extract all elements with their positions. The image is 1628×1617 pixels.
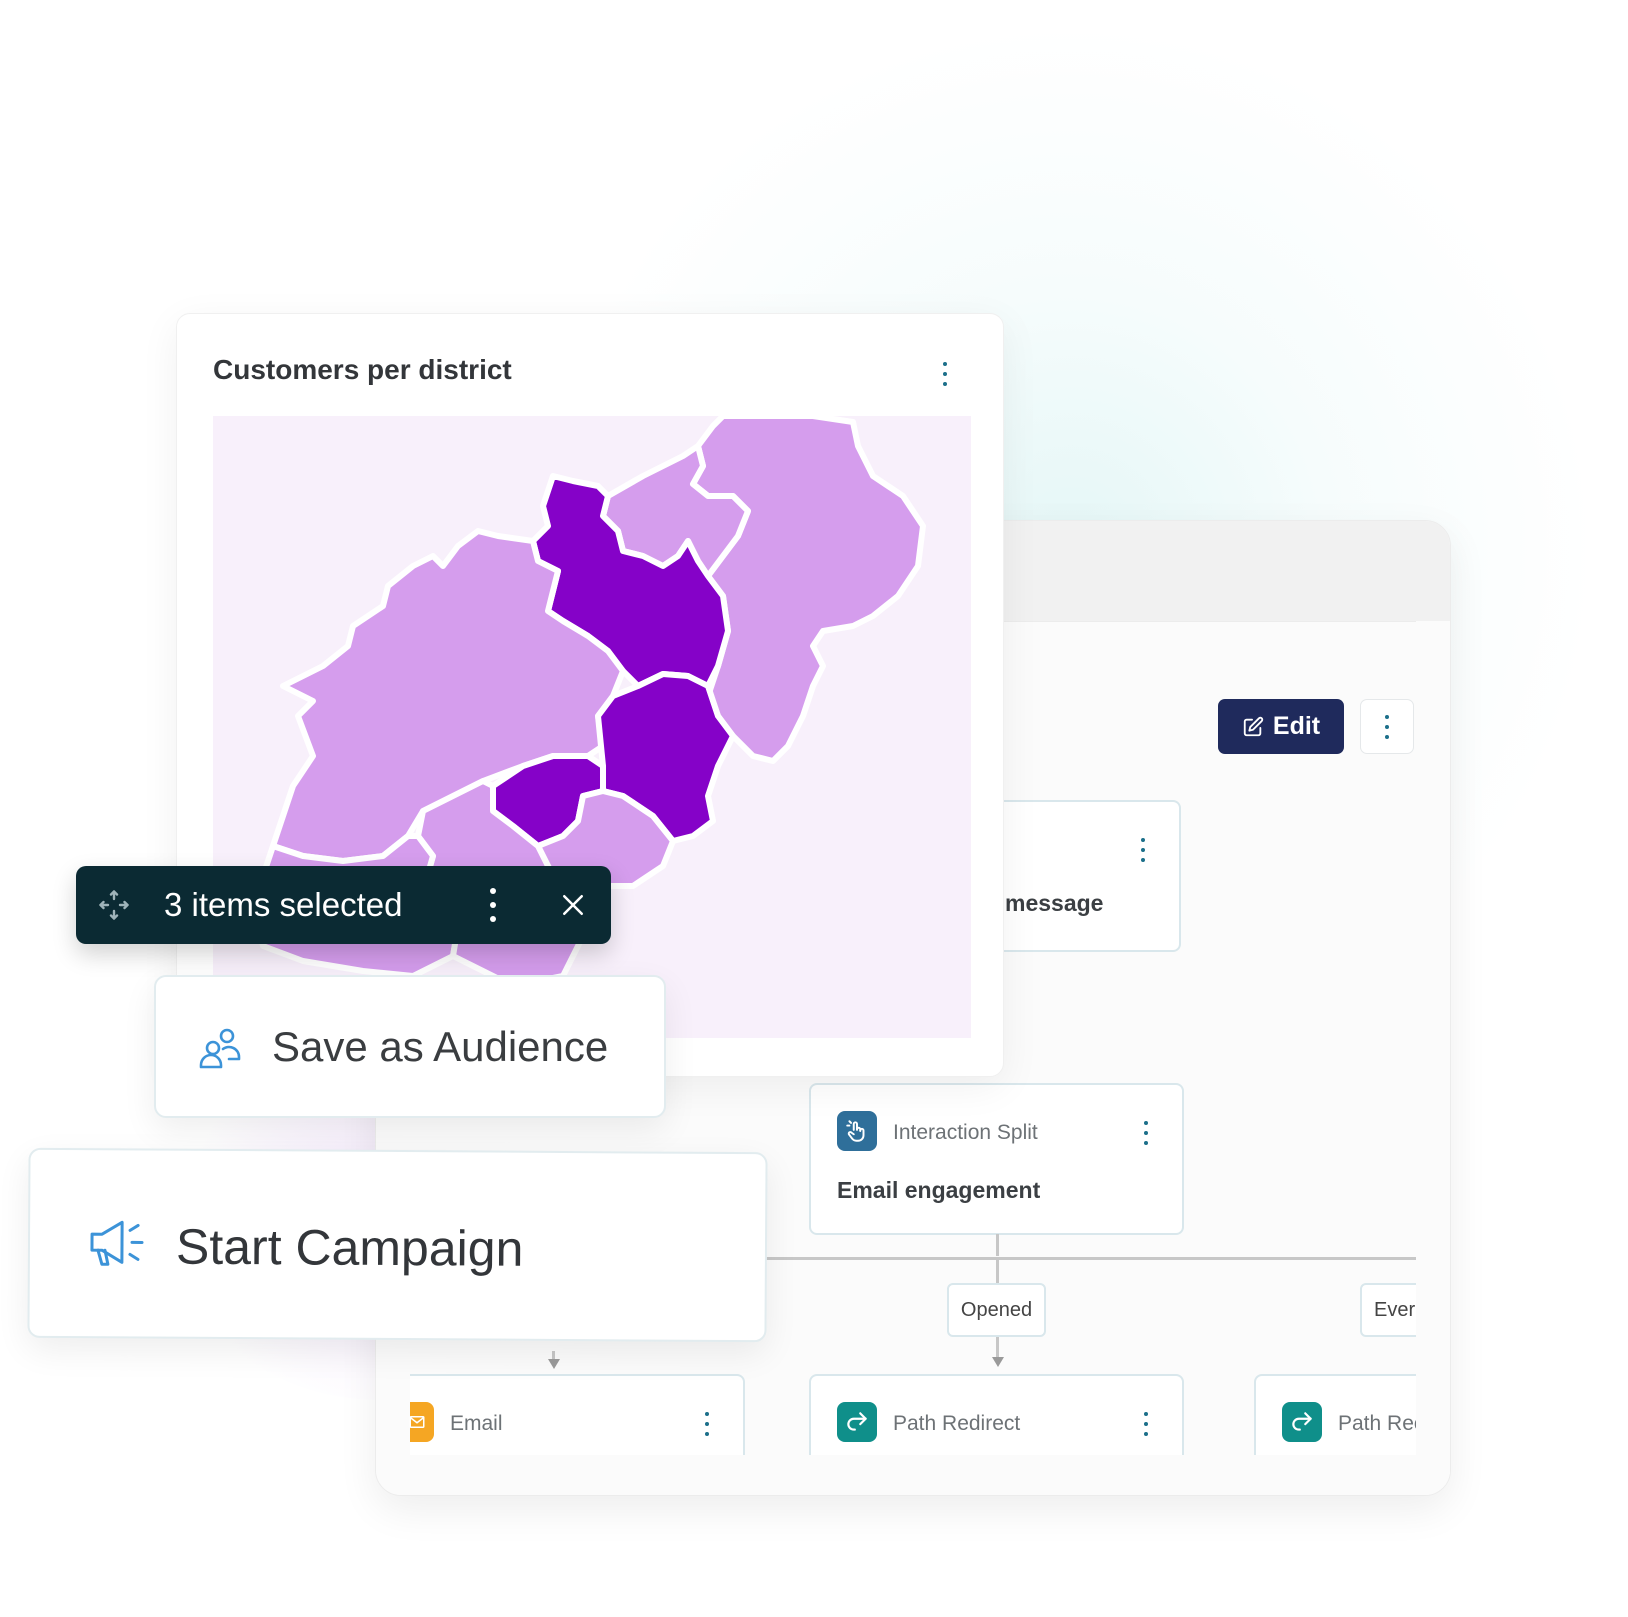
more-vertical-icon	[490, 888, 496, 922]
move-icon[interactable]	[96, 887, 132, 923]
interaction-split-node[interactable]: Interaction Split Email engagement	[809, 1083, 1184, 1235]
email-icon	[409, 1402, 434, 1442]
journey-more-button[interactable]	[1360, 699, 1414, 754]
edit-button[interactable]: Edit	[1218, 699, 1344, 754]
save-as-audience-label: Save as Audience	[272, 1023, 609, 1070]
stage: Edit message Interaction Split Email eng…	[0, 0, 1628, 1617]
start-campaign-button[interactable]: Start Campaign	[27, 1147, 768, 1343]
canvas-bottom-edge	[376, 1455, 1450, 1495]
selection-count: 3 items selected	[164, 886, 403, 923]
district-map-svg	[250, 416, 926, 989]
users-icon	[199, 1028, 241, 1069]
more-vertical-icon[interactable]	[1144, 1412, 1148, 1436]
selection-toolbar: 3 items selected	[76, 866, 611, 944]
connector-arrow	[992, 1357, 1004, 1367]
more-vertical-icon[interactable]	[705, 1412, 709, 1436]
touch-split-icon	[837, 1111, 877, 1151]
redirect2-node-type: Path Rec	[1338, 1412, 1425, 1435]
district-map	[213, 416, 971, 1038]
split-node-title: Email engagement	[837, 1177, 1041, 1203]
more-vertical-icon[interactable]	[1144, 1121, 1148, 1145]
redirect-node-type: Path Redirect	[893, 1412, 1021, 1435]
canvas-right-edge	[1416, 621, 1450, 1495]
start-campaign-label: Start Campaign	[175, 1218, 524, 1277]
redirect-icon	[837, 1402, 877, 1442]
split-node-type: Interaction Split	[893, 1121, 1038, 1144]
district-northeast[interactable]	[690, 416, 926, 764]
map-card-title: Customers per district	[213, 354, 512, 385]
more-vertical-icon[interactable]	[943, 362, 947, 386]
close-icon[interactable]	[558, 890, 588, 920]
customers-map-card: Customers per district	[176, 313, 1004, 1077]
more-vertical-icon[interactable]	[1141, 838, 1145, 862]
more-vertical-icon	[1385, 714, 1389, 739]
edit-button-label: Edit	[1272, 712, 1321, 740]
redirect-icon	[1282, 1402, 1322, 1442]
connector-line	[996, 1234, 999, 1256]
message-node-title: message	[1005, 890, 1104, 916]
email-node-type: Email	[450, 1412, 503, 1435]
edit-icon	[1243, 716, 1264, 736]
connector-arrow	[548, 1359, 560, 1369]
branch-label-opened[interactable]: Opened	[947, 1283, 1046, 1337]
megaphone-icon	[90, 1220, 144, 1266]
save-as-audience-button[interactable]: Save as Audience	[154, 975, 666, 1118]
selection-more-button[interactable]	[490, 888, 496, 922]
